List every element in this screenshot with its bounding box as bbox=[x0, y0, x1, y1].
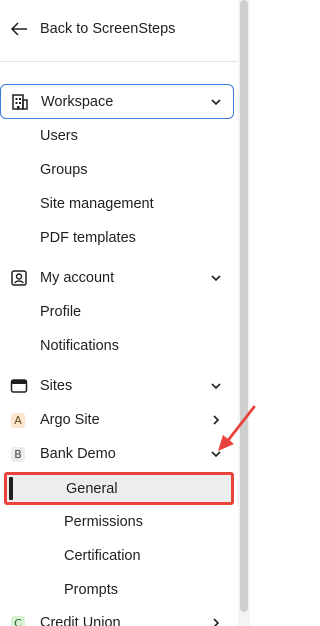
site-item-argo-site[interactable]: A Argo Site bbox=[0, 403, 233, 437]
site-item-bank-demo[interactable]: B Bank Demo bbox=[0, 437, 233, 471]
my-account-label: My account bbox=[40, 270, 115, 286]
browser-window-icon bbox=[10, 379, 28, 393]
scrollbar-thumb[interactable] bbox=[240, 0, 248, 612]
chevron-right-icon bbox=[213, 618, 220, 626]
site-item-credit-union[interactable]: C Credit Union bbox=[0, 606, 233, 626]
sidebar-item-label: Profile bbox=[40, 304, 82, 320]
sidebar-item-general[interactable]: General bbox=[4, 472, 234, 505]
sidebar-item-certification[interactable]: Certification bbox=[0, 539, 233, 573]
sidebar-section-sites[interactable]: Sites bbox=[0, 369, 233, 403]
sites-label: Sites bbox=[40, 378, 73, 394]
sidebar-item-label: Notifications bbox=[40, 338, 119, 354]
site-badge: B bbox=[11, 447, 25, 462]
sidebar-item-label: Groups bbox=[40, 162, 88, 178]
settings-sidebar-page: Back to ScreenSteps Workspace Users Grou… bbox=[0, 0, 267, 626]
site-badge: A bbox=[11, 413, 25, 428]
sidebar-item-label: Permissions bbox=[64, 514, 143, 530]
annotation-arrow-icon bbox=[218, 405, 256, 451]
arrow-left-icon bbox=[10, 22, 27, 36]
sidebar-item-permissions[interactable]: Permissions bbox=[0, 505, 233, 539]
selected-indicator bbox=[9, 477, 13, 500]
workspace-label: Workspace bbox=[41, 93, 114, 110]
site-label: Bank Demo bbox=[40, 446, 116, 462]
sidebar-item-label: Site management bbox=[40, 196, 154, 212]
chevron-down-icon bbox=[211, 275, 221, 282]
sidebar-section-my-account[interactable]: My account bbox=[0, 261, 233, 295]
building-icon bbox=[12, 94, 28, 110]
sidebar-item-pdf-templates[interactable]: PDF templates bbox=[0, 221, 233, 255]
sidebar-item-label: Prompts bbox=[64, 582, 118, 598]
sidebar-item-prompts[interactable]: Prompts bbox=[0, 573, 233, 607]
sidebar-nav: Back to ScreenSteps Workspace Users Grou… bbox=[0, 0, 237, 626]
sidebar-item-label: General bbox=[66, 480, 118, 497]
sidebar-item-label: Certification bbox=[64, 548, 141, 564]
chevron-down-icon bbox=[211, 383, 221, 390]
site-label: Credit Union bbox=[40, 615, 121, 626]
sidebar-item-profile[interactable]: Profile bbox=[0, 295, 233, 329]
sidebar-item-notifications[interactable]: Notifications bbox=[0, 329, 233, 363]
back-link-label: Back to ScreenSteps bbox=[40, 21, 176, 37]
sidebar-item-groups[interactable]: Groups bbox=[0, 153, 233, 187]
sidebar-item-label: PDF templates bbox=[40, 230, 136, 246]
sidebar-section-workspace[interactable]: Workspace bbox=[0, 84, 234, 119]
sidebar-item-users[interactable]: Users bbox=[0, 119, 233, 153]
sidebar-item-site-management[interactable]: Site management bbox=[0, 187, 233, 221]
user-badge-icon bbox=[11, 270, 27, 286]
chevron-down-icon bbox=[211, 99, 221, 106]
back-to-screensteps-link[interactable]: Back to ScreenSteps bbox=[0, 12, 233, 46]
divider bbox=[0, 61, 237, 62]
sidebar-item-label: Users bbox=[40, 128, 78, 144]
site-label: Argo Site bbox=[40, 412, 100, 428]
site-badge: C bbox=[11, 616, 25, 626]
